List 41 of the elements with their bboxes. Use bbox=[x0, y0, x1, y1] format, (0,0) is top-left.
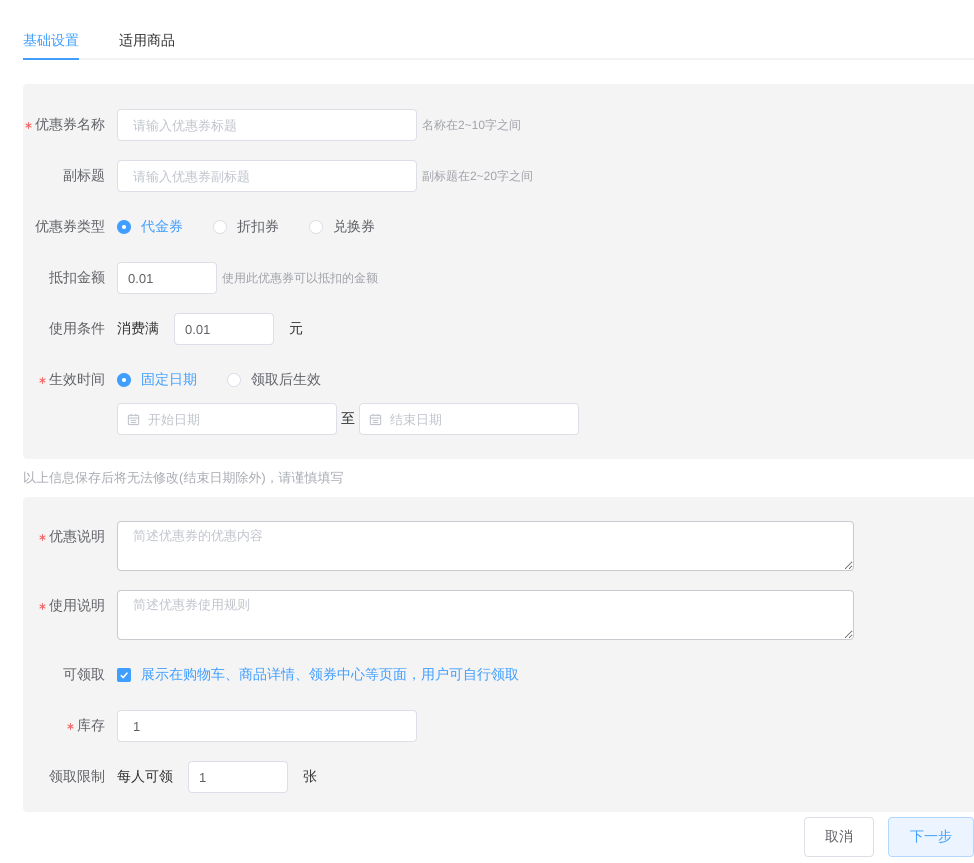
text-area[interactable]: 简述优惠券的优惠内容 bbox=[117, 521, 854, 571]
field-label: 领取限制 bbox=[49, 768, 105, 786]
radio-label[interactable]: 领取后生效 bbox=[251, 371, 321, 389]
hint-text: 名称在2~10字之间 bbox=[422, 116, 522, 134]
calendar-icon bbox=[127, 413, 140, 426]
unit-text: 张 bbox=[303, 768, 317, 786]
field-label: 副标题 bbox=[63, 167, 105, 185]
date-field[interactable]: 结束日期 bbox=[359, 403, 579, 435]
number-field[interactable]: 0.01 bbox=[174, 313, 274, 345]
hint-text: 副标题在2~20字之间 bbox=[422, 168, 534, 184]
amount-field[interactable]: 0.01 bbox=[117, 262, 217, 294]
radio-button[interactable] bbox=[117, 373, 131, 387]
unit-text: 元 bbox=[289, 320, 303, 338]
field-label: 优惠券类型 bbox=[35, 218, 105, 236]
field-label: 优惠券名称 bbox=[35, 116, 105, 134]
prefix-text: 消费满 bbox=[117, 320, 159, 338]
cancel-button[interactable]: 取消 bbox=[804, 817, 874, 857]
input-field[interactable]: 1 bbox=[117, 710, 417, 742]
number-field[interactable]: 1 bbox=[188, 761, 288, 793]
checkmark-icon bbox=[119, 670, 129, 680]
radio-label[interactable]: 兑换券 bbox=[333, 218, 375, 236]
field-label: 库存 bbox=[77, 717, 105, 735]
field-label: 可领取 bbox=[63, 666, 105, 684]
field-label: 使用说明 bbox=[49, 597, 105, 615]
field-label: 生效时间 bbox=[49, 371, 105, 389]
prefix-text: 每人可领 bbox=[117, 768, 173, 786]
field-label: 优惠说明 bbox=[49, 528, 105, 546]
date-field[interactable]: 开始日期 bbox=[117, 403, 337, 435]
text-area[interactable]: 简述优惠券使用规则 bbox=[117, 590, 854, 640]
checkbox[interactable] bbox=[117, 668, 131, 682]
field-label: 抵扣金额 bbox=[49, 269, 105, 287]
hint-text: 使用此优惠券可以抵扣的金额 bbox=[222, 270, 378, 286]
radio-label[interactable]: 折扣券 bbox=[237, 218, 279, 236]
field-label: 使用条件 bbox=[49, 320, 105, 338]
radio-button[interactable] bbox=[117, 220, 131, 234]
tab[interactable]: 适用商品 bbox=[119, 20, 175, 60]
input-field[interactable]: 请输入优惠券副标题 bbox=[117, 160, 417, 192]
notice-text: 以上信息保存后将无法修改(结束日期除外)，请谨慎填写 bbox=[23, 470, 344, 485]
range-separator: 至 bbox=[341, 410, 355, 428]
input-field[interactable]: 请输入优惠券标题 bbox=[117, 109, 417, 141]
calendar-icon bbox=[369, 413, 382, 426]
